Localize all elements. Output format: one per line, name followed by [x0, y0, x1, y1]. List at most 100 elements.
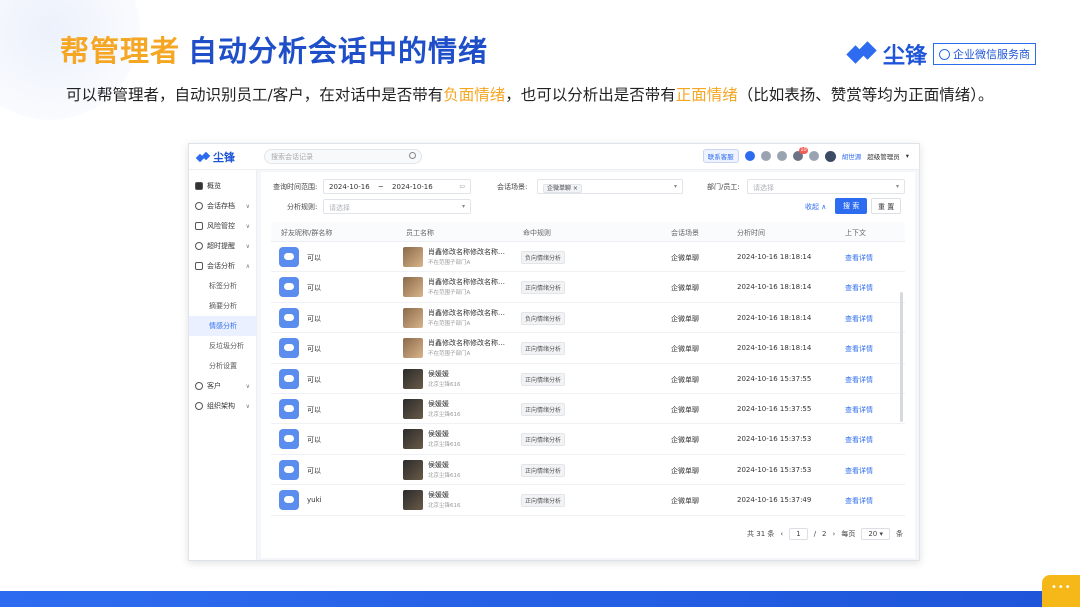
table-row[interactable]: 可以 肖鑫修改名称修改名称… 不在范围子部门A 正向情绪分析 企微单聊 2024-10-1…	[271, 333, 905, 364]
table-row[interactable]: 可以 肖鑫修改名称修改名称… 不在范围子部门A 负向情绪分析 企微单聊 2024-10-1…	[271, 242, 905, 273]
search-icon[interactable]	[409, 152, 416, 159]
friend-name: 可以	[307, 375, 321, 384]
chevron-down-icon: ∨	[245, 402, 250, 410]
sidebar-item-overview[interactable]: 概览	[189, 176, 256, 196]
user-name[interactable]: 胡世源	[842, 151, 862, 161]
chevron-down-icon: ∨	[245, 242, 250, 250]
user-avatar[interactable]	[824, 150, 836, 162]
brand-tag-text: 企业微信服务商	[953, 48, 1030, 61]
employee-avatar	[403, 338, 423, 359]
employee-avatar	[403, 247, 423, 267]
scene-select[interactable]: 企微单聊 × ▾	[537, 179, 683, 194]
employee-avatar	[403, 307, 423, 328]
collapse-button[interactable]: 收起 ∧	[805, 202, 826, 212]
sidebar-item-customer[interactable]: 客户 ∨	[189, 376, 256, 396]
col-employee: 员工名称	[406, 229, 434, 237]
chat-bubble-icon[interactable]	[1042, 575, 1080, 607]
table-row[interactable]: 可以 肖鑫修改名称修改名称… 不在范围子部门A 负向情绪分析 企微单聊 2024-10-1…	[271, 303, 905, 334]
sidebar-sub-antispam-analysis[interactable]: 反垃圾分析	[189, 336, 256, 356]
employee-dept: 北京尘锋616	[428, 442, 461, 449]
rule-tag: 正向情绪分析	[521, 342, 566, 356]
contact-service-button[interactable]: 联系客服	[702, 149, 739, 163]
shield-icon	[195, 222, 203, 230]
clock-icon	[195, 242, 203, 250]
search-button[interactable]: 搜 索	[835, 198, 868, 214]
total-count: 共 31 条	[747, 530, 775, 538]
scene-chip[interactable]: 企微单聊 ×	[543, 184, 582, 193]
rule-placeholder: 请选择	[329, 204, 350, 212]
employee-avatar	[403, 277, 423, 298]
scene-cell: 企微单聊	[671, 466, 699, 475]
friend-name: 可以	[307, 436, 321, 445]
view-details-link[interactable]: 查看详情	[845, 466, 873, 476]
scene-chip-label: 企微单聊	[547, 185, 572, 192]
sidebar: 概览 会话存档 ∨ 风险管控 ∨ 超时提醒 ∨ 会话分析 ∧ 标签分析 摘要分析 情感分…	[189, 170, 257, 560]
scene-cell: 企微单聊	[671, 345, 699, 354]
headset-icon[interactable]	[744, 151, 755, 161]
calendar-icon: ▭	[459, 183, 465, 190]
table-row[interactable]: 可以 侯媛媛 北京尘锋616 正向情绪分析 企微单聊 2024-10-16 15:37:5…	[271, 364, 905, 394]
sidebar-item-risk[interactable]: 风险管控 ∨	[189, 216, 256, 236]
prev-page-icon[interactable]: ‹	[780, 530, 783, 538]
info-icon[interactable]	[760, 151, 771, 161]
view-details-link[interactable]: 查看详情	[845, 344, 873, 354]
chat-avatar-icon	[279, 277, 299, 298]
sentiment-table: 好友昵称/群名称 员工名称 命中规则 会话场景 分析时间 上下文 可以 肖鑫修改名…	[271, 222, 905, 518]
dept-label: 部门/员工:	[707, 183, 740, 191]
view-details-link[interactable]: 查看详情	[845, 435, 873, 445]
sidebar-sub-tag-analysis[interactable]: 标签分析	[189, 276, 256, 296]
view-details-link[interactable]: 查看详情	[845, 496, 873, 506]
date-range-picker[interactable]: 2024-10-16 ~ 2024-10-16 ▭	[323, 179, 471, 194]
sidebar-sub-analysis-settings[interactable]: 分析设置	[189, 356, 256, 376]
table-row[interactable]: yuki 侯媛媛 北京尘锋616 正向情绪分析 企微单聊 2024-10-16 15:37…	[271, 485, 905, 516]
chat-icon	[195, 202, 203, 210]
reset-button[interactable]: 重 置	[871, 198, 902, 214]
settings-icon[interactable]	[808, 151, 819, 161]
app-logo[interactable]: 尘锋	[195, 149, 235, 165]
table-scrollbar[interactable]	[900, 292, 903, 422]
sidebar-sub-summary-analysis[interactable]: 摘要分析	[189, 296, 256, 316]
friend-name: 可以	[307, 466, 321, 475]
next-page-icon[interactable]: ›	[833, 530, 836, 538]
employee-name: 侯媛媛	[428, 369, 449, 378]
sidebar-item-analysis[interactable]: 会话分析 ∧	[189, 256, 256, 276]
chat-avatar-icon	[279, 429, 299, 450]
chevron-down-icon[interactable]: ▾	[906, 152, 909, 160]
time-cell: 2024-10-16 15:37:55	[737, 374, 812, 383]
friend-name: 可以	[307, 345, 321, 354]
sidebar-item-org[interactable]: 组织架构 ∨	[189, 396, 256, 416]
dept-select[interactable]: 请选择 ▾	[747, 179, 905, 194]
view-details-link[interactable]: 查看详情	[845, 253, 873, 263]
table-row[interactable]: 可以 侯媛媛 北京尘锋616 正向情绪分析 企微单聊 2024-10-16 15:37:5…	[271, 455, 905, 486]
chevron-down-icon: ∨	[245, 382, 250, 390]
chart-icon	[195, 262, 203, 270]
bell-icon[interactable]: 10	[792, 147, 808, 161]
view-details-link[interactable]: 查看详情	[845, 405, 873, 415]
notification-badge: 10	[799, 147, 808, 154]
table-row[interactable]: 可以 肖鑫修改名称修改名称… 不在范围子部门A 正向情绪分析 企微单聊 2024-10-1…	[271, 272, 905, 303]
help-icon[interactable]	[776, 151, 787, 161]
rule-label: 分析规则:	[287, 203, 318, 211]
page-input[interactable]: 1	[789, 528, 808, 540]
filter-row-1: 查询时间范围: 2024-10-16 ~ 2024-10-16 ▭ 会话场景: …	[261, 178, 915, 196]
global-search-input[interactable]: 搜索会话记录	[264, 149, 422, 164]
view-details-link[interactable]: 查看详情	[845, 375, 873, 385]
sidebar-sub-sentiment-analysis[interactable]: 情感分析	[189, 316, 256, 336]
view-details-link[interactable]: 查看详情	[845, 314, 873, 324]
scene-label: 会话场景:	[497, 183, 528, 191]
intro-highlight-positive: 正面情绪	[675, 86, 738, 104]
sidebar-item-timeout[interactable]: 超时提醒 ∨	[189, 236, 256, 256]
employee-dept: 北京尘锋616	[428, 381, 461, 388]
sidebar-item-archive[interactable]: 会话存档 ∨	[189, 196, 256, 216]
user-role[interactable]: 超级管理员	[867, 151, 900, 161]
employee-dept: 北京尘锋616	[428, 472, 461, 479]
col-scene: 会话场景	[671, 229, 699, 237]
time-cell: 2024-10-16 15:37:53	[737, 435, 812, 444]
rule-select[interactable]: 请选择 ▾	[323, 199, 471, 214]
per-page-select[interactable]: 20 ▾	[861, 528, 890, 540]
sidebar-item-label: 超时提醒	[207, 242, 235, 250]
view-details-link[interactable]: 查看详情	[845, 283, 873, 293]
table-row[interactable]: 可以 侯媛媛 北京尘锋616 正向情绪分析 企微单聊 2024-10-16 15:37:5…	[271, 394, 905, 425]
time-cell: 2024-10-16 15:37:55	[737, 404, 812, 413]
table-row[interactable]: 可以 侯媛媛 北京尘锋616 正向情绪分析 企微单聊 2024-10-16 15:37:5…	[271, 424, 905, 455]
